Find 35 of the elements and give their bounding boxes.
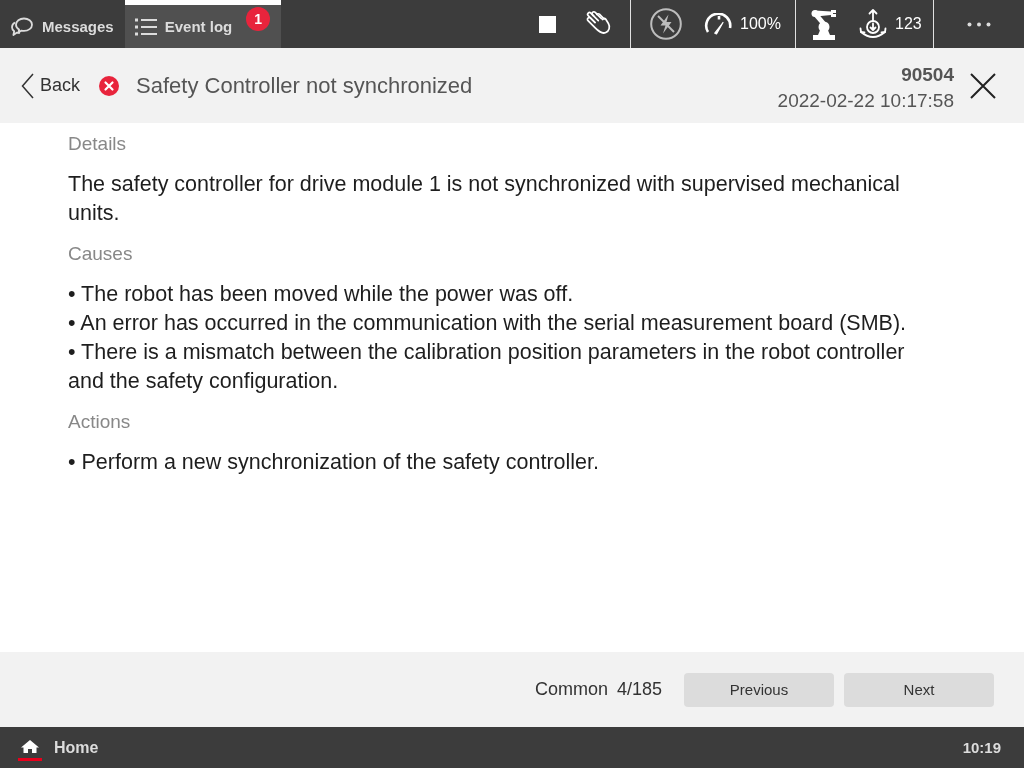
event-timestamp: 2022-02-22 10:17:58 (777, 88, 954, 113)
message-text: The safety controller for drive module 1 is not synchronized with supervised mechanical units. (68, 171, 901, 227)
nav-tab[interactable]: Messages (0, 0, 125, 48)
event-title: Safety Controller not synchronized (136, 72, 473, 99)
message-text: • An error has occurred in the communication with the serial measurement board (SMB). (68, 310, 908, 337)
close-button[interactable] (970, 72, 996, 99)
clock-time: 10:19 (962, 739, 1001, 756)
robot-arm-icon[interactable] (810, 8, 838, 40)
event-code: 90504 (901, 62, 954, 87)
event-position: 4/185 (616, 679, 662, 700)
chat-bubbles-icon (10, 15, 34, 38)
back-button[interactable]: Back (21, 72, 81, 99)
crossed-bolt-icon[interactable] (650, 8, 682, 40)
section-heading: Details (68, 132, 128, 156)
nav-tab[interactable]: Event log 1 (124, 0, 282, 48)
event-category: Common (534, 679, 608, 700)
section-heading: Causes (68, 242, 134, 266)
nav-button[interactable]: Previous (684, 672, 834, 707)
gauge-icon[interactable] (703, 13, 733, 35)
stop-icon[interactable] (539, 15, 556, 33)
home-button[interactable]: Home (18, 733, 99, 762)
chevron-left-icon (21, 72, 34, 99)
error-icon (99, 75, 120, 96)
jog-arrows-icon[interactable] (858, 8, 888, 40)
more-icon[interactable] (967, 21, 991, 27)
message-text: • The robot has been moved while the power was off. (68, 281, 575, 308)
list-icon (134, 17, 157, 36)
speed-reading: 100% (740, 15, 781, 33)
message-text: • There is a mismatch between the calibration position parameters in the robot controller and the safety configuration. (68, 339, 906, 395)
notification-badge: 1 (246, 7, 271, 31)
increment-reading: 123 (895, 15, 922, 33)
nav-button[interactable]: Next (844, 672, 994, 707)
close-icon (970, 72, 996, 99)
section-heading: Actions (68, 410, 132, 434)
message-text: • Perform a new synchronization of the safety controller. (68, 449, 600, 476)
